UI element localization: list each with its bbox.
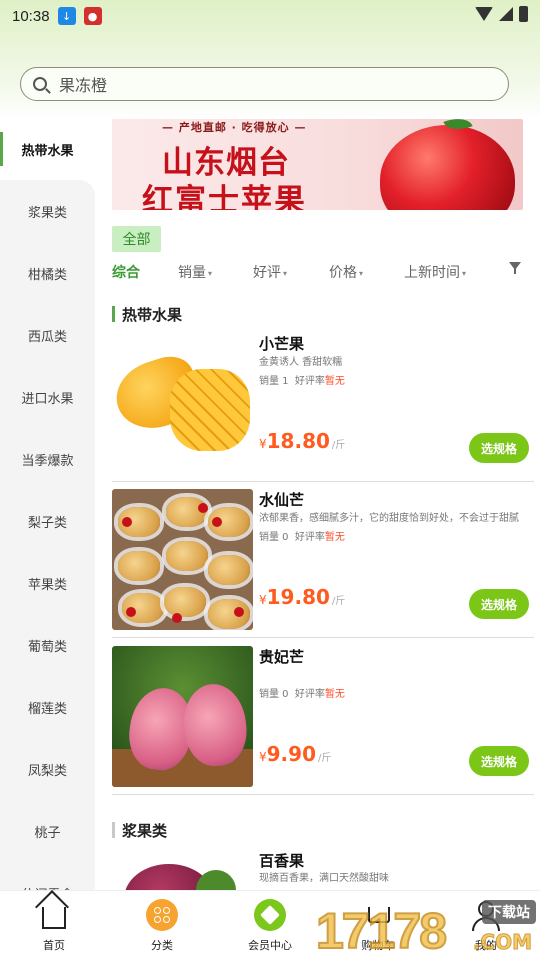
sidebar-item-watermelon[interactable]: 西瓜类 — [0, 304, 95, 366]
sidebar-item-seasonal[interactable]: 当季爆款 — [0, 428, 95, 490]
sidebar-item-apples[interactable]: 苹果类 — [0, 552, 95, 614]
product-image-small-mango — [112, 333, 253, 474]
product-price: ¥18.80/斤 — [259, 429, 346, 453]
product-meta: 销量 0 好评率暂无 — [259, 689, 345, 700]
product-meta: 销量 1 好评率暂无 — [259, 376, 345, 387]
search-bar[interactable]: 果冻橙 — [20, 67, 509, 101]
product-name: 贵妃芒 — [259, 648, 305, 666]
sidebar-item-durian[interactable]: 榴莲类 — [0, 676, 95, 738]
sort-price[interactable]: 价格 ▾ — [329, 262, 363, 282]
signal-icon — [499, 7, 513, 21]
caret-down-icon: ▾ — [208, 268, 213, 278]
caret-down-icon: ▾ — [359, 268, 364, 278]
banner-title-line2: 红富士苹果 — [142, 183, 307, 210]
product-price: ¥9.90/斤 — [259, 742, 332, 766]
product-price: ¥19.80/斤 — [259, 585, 346, 609]
app-notification-icon: ● — [83, 7, 102, 25]
product-image-guifei-mango — [112, 646, 253, 787]
divider — [112, 637, 534, 638]
search-input[interactable]: 果冻橙 — [59, 72, 107, 96]
divider — [112, 794, 534, 795]
sort-bar: 综合 销量 ▾ 好评 ▾ 价格 ▾ 上新时间 ▾ — [112, 262, 532, 286]
product-card[interactable]: 水仙芒 浓郁果香，感细腻多汁，它的甜度恰到好处，不会过于甜腻 销量 0 好评率暂… — [112, 489, 534, 639]
tab-label: 分类 — [151, 939, 173, 952]
product-desc: 浓郁果香，感细腻多汁，它的甜度恰到好处，不会过于甜腻 — [259, 513, 519, 524]
tab-home[interactable]: 首页 — [0, 891, 108, 960]
battery-icon — [519, 6, 528, 22]
select-spec-button[interactable]: 选规格 — [469, 589, 529, 619]
download-notification-icon: ↓ — [57, 7, 76, 25]
sort-sales[interactable]: 销量 ▾ — [178, 262, 212, 282]
select-spec-button[interactable]: 选规格 — [469, 433, 529, 463]
section-title-berries: 浆果类 — [112, 820, 167, 841]
product-desc: 现摘百香果，满口天然酸甜味 — [259, 873, 389, 884]
product-meta: 销量 0 好评率暂无 — [259, 532, 345, 543]
category-sidebar: 热带水果 浆果类 柑橘类 西瓜类 进口水果 当季爆款 梨子类 苹果类 葡萄类 榴… — [0, 118, 95, 890]
sidebar-item-imported[interactable]: 进口水果 — [0, 366, 95, 428]
sort-rating[interactable]: 好评 ▾ — [253, 262, 287, 282]
sort-comprehensive[interactable]: 综合 — [112, 262, 140, 282]
product-name: 小芒果 — [259, 335, 305, 353]
product-card[interactable]: 贵妃芒 销量 0 好评率暂无 ¥9.90/斤 选规格 — [112, 646, 534, 796]
sidebar-item-pears[interactable]: 梨子类 — [0, 490, 95, 552]
tab-member-center[interactable]: 会员中心 — [216, 891, 324, 960]
banner-slogan: — 产地直邮 · 吃得放心 — — [162, 121, 307, 134]
member-icon — [254, 899, 286, 931]
sidebar-item-peach[interactable]: 桃子 — [0, 800, 95, 862]
divider — [112, 481, 534, 482]
sidebar-item-grapes[interactable]: 葡萄类 — [0, 614, 95, 676]
sidebar-item-tropical[interactable]: 热带水果 — [0, 118, 95, 180]
select-spec-button[interactable]: 选规格 — [469, 746, 529, 776]
category-icon — [146, 899, 178, 931]
sidebar-item-pineapple[interactable]: 凤梨类 — [0, 738, 95, 800]
sidebar-item-snacks[interactable]: 休闲零食 — [0, 862, 95, 891]
sort-newest[interactable]: 上新时间 ▾ — [404, 262, 466, 282]
tab-label: 首页 — [43, 939, 65, 952]
section-title-tropical: 热带水果 — [112, 304, 182, 325]
product-desc: 金黄诱人 香甜软糯 — [259, 357, 343, 368]
product-image-narcissus-mango — [112, 489, 253, 630]
product-image-passion-fruit[interactable] — [112, 860, 253, 890]
watermark-logo: 17178 下载站 .COM — [315, 894, 540, 960]
filter-icon[interactable] — [509, 262, 521, 274]
product-name: 水仙芒 — [259, 491, 305, 509]
caret-down-icon: ▾ — [462, 268, 467, 278]
product-card[interactable]: 小芒果 金黄诱人 香甜软糯 销量 1 好评率暂无 ¥18.80/斤 选规格 — [112, 333, 534, 483]
wifi-icon — [475, 7, 493, 21]
tab-category[interactable]: 分类 — [108, 891, 216, 960]
sidebar-item-citrus[interactable]: 柑橘类 — [0, 242, 95, 304]
filter-chip-all[interactable]: 全部 — [112, 226, 161, 252]
caret-down-icon: ▾ — [283, 268, 288, 278]
search-icon — [33, 77, 47, 91]
status-time: 10:38 — [12, 7, 50, 25]
promo-banner[interactable]: — 产地直邮 · 吃得放心 — 山东烟台 红富士苹果 — [112, 119, 523, 210]
status-bar: 10:38 ↓ ● — [0, 0, 540, 32]
tab-label: 会员中心 — [248, 939, 292, 952]
home-icon — [42, 907, 66, 929]
product-name: 百香果 — [259, 852, 305, 870]
sidebar-item-berries[interactable]: 浆果类 — [0, 180, 95, 242]
